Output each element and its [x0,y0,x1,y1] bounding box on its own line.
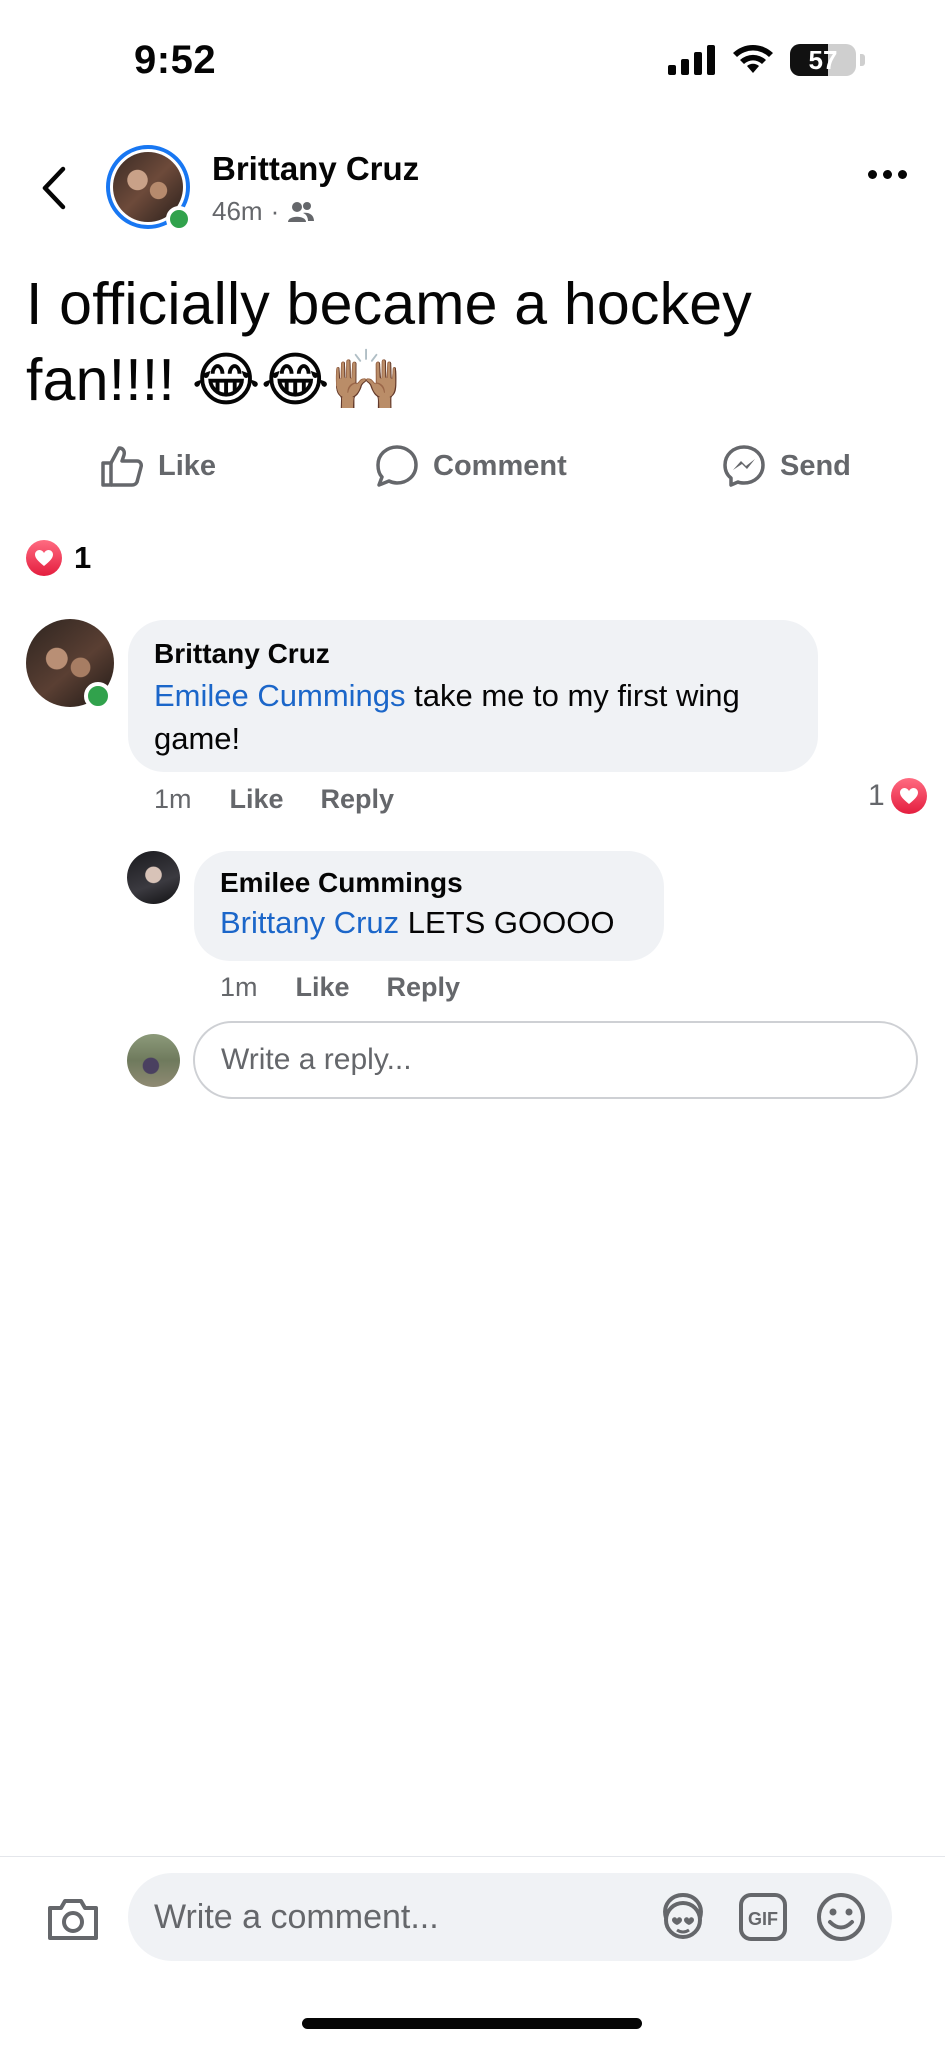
meta-separator: · [270,196,280,226]
smiley-icon [817,1893,865,1941]
battery-tip [860,54,865,66]
thumbs-up-icon [101,446,143,487]
comment-author[interactable]: Brittany Cruz [154,638,792,670]
dot [868,170,877,179]
reply-input[interactable]: Write a reply... [193,1021,918,1099]
reply-like-button[interactable]: Like [296,972,350,1003]
reaction-count: 1 [74,540,92,575]
reply-body: LETS GOOOO [399,905,615,940]
my-avatar [127,1034,180,1087]
avatar-sticker-icon [663,1892,703,1939]
comment-button[interactable]: Comment [375,444,567,488]
comment-bubble: Brittany Cruz Emilee Cummings take me to… [128,620,818,772]
online-status-dot [166,206,192,232]
reaction-summary[interactable]: 1 [26,540,91,576]
reply-text: Brittany Cruz LETS GOOOO [220,901,638,944]
reply-bubble: Emilee Cummings Brittany Cruz LETS GOOOO [194,851,664,961]
dot [898,170,907,179]
comment-reply-button[interactable]: Reply [321,784,395,815]
comment-meta: 1m Like Reply [154,784,394,815]
status-icons: 57 [668,44,865,76]
comment-reactions[interactable]: 1 [868,778,927,814]
status-time: 9:52 [134,38,217,82]
mention-link[interactable]: Brittany Cruz [220,905,399,940]
camera-icon [48,1899,98,1940]
comment-reaction-count: 1 [868,779,885,812]
replier-avatar[interactable] [127,851,180,904]
like-label: Like [158,449,217,482]
camera-button[interactable] [44,1890,102,1948]
comment-label: Comment [433,449,567,482]
comment-icon [376,445,418,487]
emoji-button[interactable] [814,1890,868,1944]
love-reaction-icon [890,778,927,814]
post-time: 46m [212,196,263,226]
avatar-sticker-button[interactable] [656,1890,710,1944]
reply-time: 1m [220,972,258,1002]
send-button[interactable]: Send [722,444,851,488]
gif-icon: GIF [739,1893,787,1941]
mention-link[interactable]: Emilee Cummings [154,678,406,713]
composer-divider [0,1856,945,1857]
love-reaction-icon [26,540,62,576]
dot [883,170,892,179]
post-text: I officially became a hockey fan!!!! 😂😂🙌… [26,271,752,413]
reply-meta: 1m Like Reply [220,972,460,1003]
reply-reply-button[interactable]: Reply [387,972,461,1003]
chevron-left-icon [42,166,66,210]
friends-icon [288,201,315,222]
post-author-name[interactable]: Brittany Cruz [212,150,419,188]
reply-author[interactable]: Emilee Cummings [220,867,638,899]
more-options-button[interactable] [868,170,907,179]
comment-like-button[interactable]: Like [230,784,284,815]
messenger-icon [723,445,765,487]
comment-time: 1m [154,784,192,814]
home-indicator[interactable] [302,2018,642,2029]
back-button[interactable] [30,160,78,216]
post-meta: 46m · [212,196,315,227]
svg-text:GIF: GIF [748,1909,778,1929]
online-status-dot [84,682,112,710]
signal-icon [668,45,715,75]
send-label: Send [780,449,851,482]
like-button[interactable]: Like [100,444,216,488]
comment-input-placeholder: Write a comment... [154,1897,439,1936]
battery-icon: 57 [790,44,856,76]
gif-button[interactable]: GIF [736,1890,790,1944]
battery-level: 57 [808,45,838,75]
comment-text: Emilee Cummings take me to my first wing… [154,674,792,760]
wifi-icon [733,45,773,73]
